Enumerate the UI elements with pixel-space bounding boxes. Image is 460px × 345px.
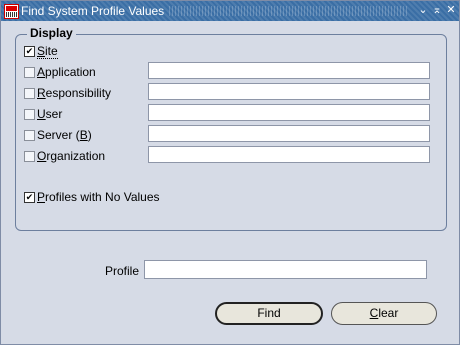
profiles-with-no-values-checkbox[interactable] [24, 192, 35, 203]
maximize-icon[interactable]: ⌅ [431, 4, 443, 17]
user-field[interactable] [148, 104, 430, 121]
application-field[interactable] [148, 62, 430, 79]
server-field[interactable] [148, 125, 430, 142]
organization-label[interactable]: Organization [37, 149, 105, 163]
organization-checkbox[interactable] [24, 151, 35, 162]
window-title: Find System Profile Values [21, 4, 165, 18]
application-label[interactable]: Application [37, 65, 96, 79]
server-label[interactable]: Server (B) [37, 128, 92, 142]
oracle-app-icon [4, 4, 19, 19]
title-bar[interactable]: Find System Profile Values ⌄ ⌅ ✕ [1, 1, 459, 21]
responsibility-checkbox[interactable] [24, 88, 35, 99]
application-checkbox[interactable] [24, 67, 35, 78]
responsibility-label[interactable]: Responsibility [37, 86, 111, 100]
organization-field[interactable] [148, 146, 430, 163]
site-checkbox[interactable] [24, 46, 35, 57]
server-checkbox[interactable] [24, 130, 35, 141]
user-checkbox[interactable] [24, 109, 35, 120]
profile-field[interactable] [144, 260, 427, 279]
user-label[interactable]: User [37, 107, 62, 121]
profiles-with-no-values-label[interactable]: Profiles with No Values [37, 190, 160, 204]
find-button[interactable]: Find [215, 302, 323, 325]
title-bar-pattern [169, 6, 407, 16]
minimize-icon[interactable]: ⌄ [417, 4, 429, 17]
close-icon[interactable]: ✕ [445, 4, 457, 17]
responsibility-field[interactable] [148, 83, 430, 100]
display-frame-title: Display [27, 26, 76, 40]
find-system-profile-values-window: Find System Profile Values ⌄ ⌅ ✕ Display… [0, 0, 460, 345]
profile-label: Profile [105, 264, 140, 278]
clear-button[interactable]: Clear [331, 302, 437, 325]
site-label[interactable]: Site [37, 44, 58, 59]
